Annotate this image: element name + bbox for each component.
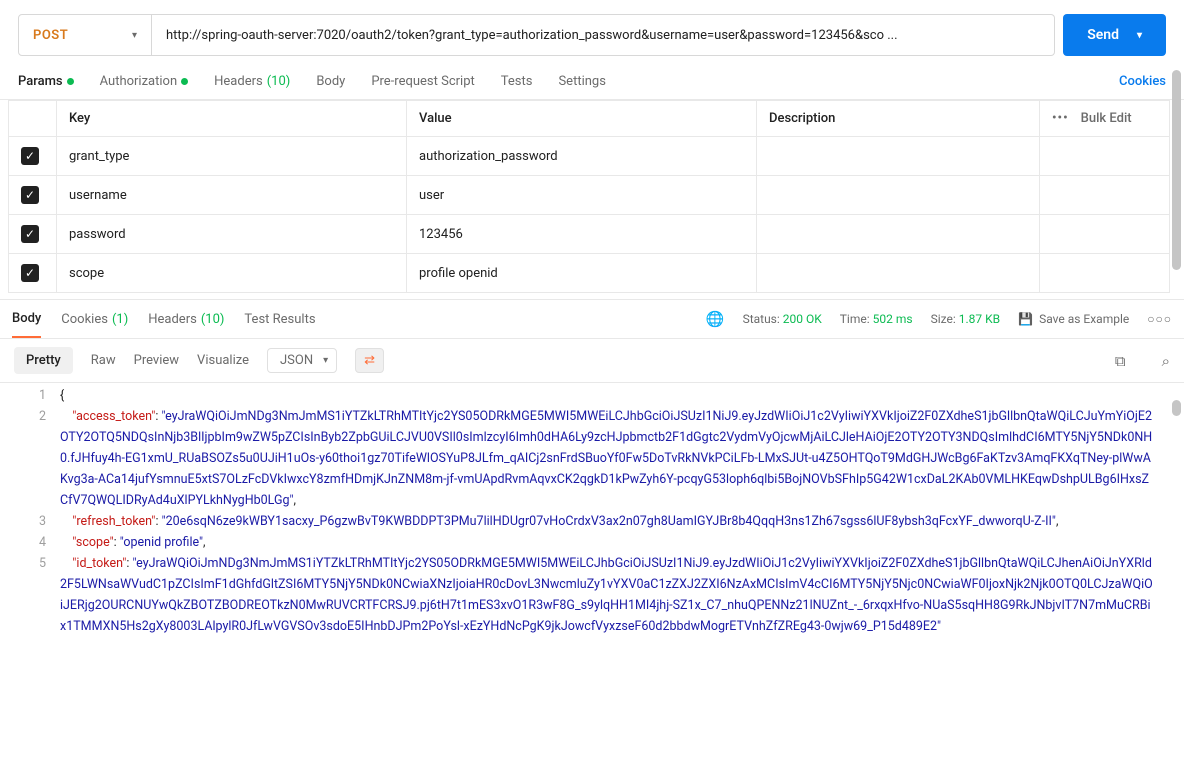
response-body[interactable]: 12345 { "access_token": "eyJraWQiOiJmNDg… <box>0 383 1184 745</box>
time-label: Time: 502 ms <box>840 312 913 326</box>
scrollbar[interactable] <box>1172 70 1181 270</box>
chevron-down-icon[interactable]: ▾ <box>1137 30 1142 41</box>
copy-icon[interactable]: ⧉ <box>1115 352 1126 370</box>
view-raw[interactable]: Raw <box>91 353 116 368</box>
wrap-lines-icon[interactable]: ⇄ <box>355 348 384 373</box>
bulk-edit-link[interactable]: Bulk Edit <box>1081 111 1132 126</box>
tab-params[interactable]: Params <box>18 64 74 99</box>
url-input[interactable] <box>166 28 1040 43</box>
dot-icon <box>181 78 188 85</box>
resp-tab-testresults[interactable]: Test Results <box>244 300 315 338</box>
resp-tab-cookies[interactable]: Cookies (1) <box>61 300 128 338</box>
col-description: Description <box>757 101 1040 137</box>
more-icon[interactable]: ••• <box>1052 111 1069 126</box>
resp-tab-headers[interactable]: Headers (10) <box>148 300 224 338</box>
tab-prerequest[interactable]: Pre-request Script <box>371 64 474 99</box>
method-select[interactable]: POST ▾ <box>18 14 152 56</box>
request-tabs: Params Authorization Headers (10) Body P… <box>0 64 1184 100</box>
search-icon[interactable]: ⌕ <box>1162 352 1170 370</box>
more-icon[interactable]: ○○○ <box>1147 312 1172 326</box>
col-value: Value <box>407 101 757 137</box>
format-select[interactable]: JSON▾ <box>267 348 337 373</box>
cookies-link[interactable]: Cookies <box>1119 74 1166 89</box>
status-label: Status: 200 OK <box>743 312 822 326</box>
table-row[interactable]: ✓usernameuser <box>9 176 1170 215</box>
method-value: POST <box>33 28 68 43</box>
checkbox-icon[interactable]: ✓ <box>21 225 39 243</box>
table-row[interactable]: ✓scopeprofile openid <box>9 254 1170 293</box>
checkbox-icon[interactable]: ✓ <box>21 147 39 165</box>
table-row[interactable]: ✓password123456 <box>9 215 1170 254</box>
view-visualize[interactable]: Visualize <box>197 353 249 368</box>
chevron-down-icon: ▾ <box>323 355 328 366</box>
checkbox-icon[interactable]: ✓ <box>21 186 39 204</box>
body-toolbar: Pretty Raw Preview Visualize JSON▾ ⇄ ⧉ ⌕ <box>0 339 1184 383</box>
params-table: Key Value Description ••• Bulk Edit ✓gra… <box>8 100 1170 293</box>
send-button[interactable]: Send ▾ <box>1063 14 1166 56</box>
dot-icon <box>67 78 74 85</box>
col-key: Key <box>57 101 407 137</box>
scrollbar[interactable] <box>1172 400 1181 416</box>
view-preview[interactable]: Preview <box>134 353 179 368</box>
resp-tab-body[interactable]: Body <box>12 300 41 338</box>
tab-tests[interactable]: Tests <box>501 64 533 99</box>
send-label: Send <box>1087 27 1119 43</box>
view-pretty[interactable]: Pretty <box>14 347 73 374</box>
response-tabs: Body Cookies (1) Headers (10) Test Resul… <box>0 299 1184 339</box>
save-example-button[interactable]: 💾Save as Example <box>1018 312 1129 326</box>
save-icon: 💾 <box>1018 312 1033 326</box>
chevron-down-icon: ▾ <box>132 30 137 41</box>
size-label: Size: 1.87 KB <box>931 312 1001 326</box>
url-input-wrap <box>152 14 1055 56</box>
table-row[interactable]: ✓grant_typeauthorization_password <box>9 137 1170 176</box>
tab-authorization[interactable]: Authorization <box>100 64 189 99</box>
globe-icon[interactable]: 🌐 <box>706 310 725 328</box>
tab-settings[interactable]: Settings <box>558 64 605 99</box>
checkbox-icon[interactable]: ✓ <box>21 264 39 282</box>
tab-headers[interactable]: Headers (10) <box>214 64 290 99</box>
tab-body[interactable]: Body <box>316 64 345 99</box>
